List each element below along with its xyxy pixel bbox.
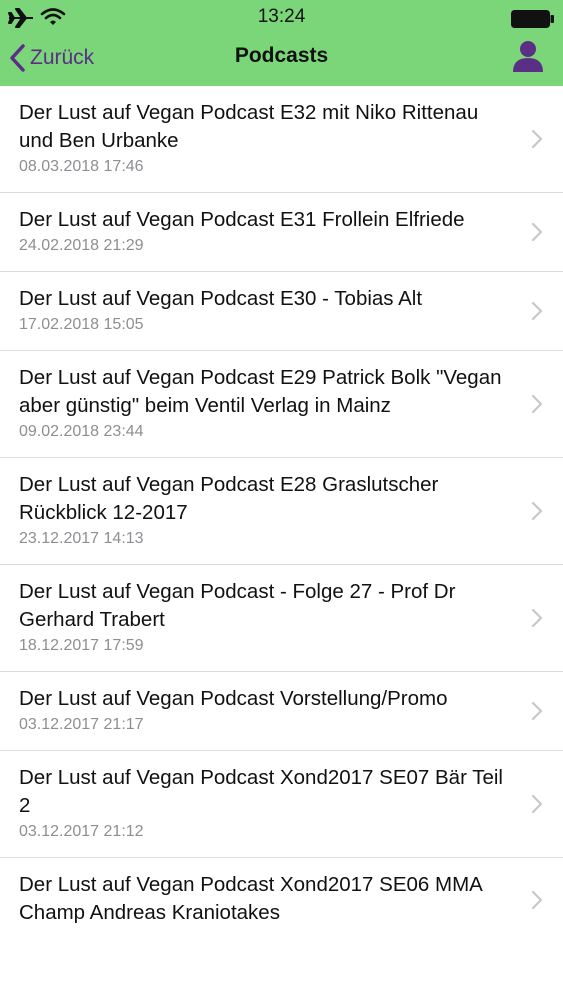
status-time: 13:24 <box>257 6 306 27</box>
chevron-right-icon <box>531 394 543 414</box>
chevron-right-icon <box>531 222 543 242</box>
podcast-title: Der Lust auf Vegan Podcast E31 Frollein … <box>19 208 465 231</box>
chevron-right-icon <box>531 129 543 149</box>
podcast-row[interactable]: Der Lust auf Vegan Podcast - Folge 27 - … <box>0 565 563 672</box>
chevron-right-icon <box>531 890 543 909</box>
person-icon[interactable] <box>511 39 545 73</box>
podcast-list[interactable]: Der Lust auf Vegan Podcast E32 mit Niko … <box>0 86 563 1000</box>
nav-bar: Zurück Podcasts <box>0 36 563 86</box>
status-bar: 13:24 <box>0 0 563 36</box>
podcast-row[interactable]: Der Lust auf Vegan Podcast Xond2017 SE07… <box>0 751 563 858</box>
podcast-row[interactable]: Der Lust auf Vegan Podcast Vorstellung/P… <box>0 672 563 751</box>
podcast-title: Der Lust auf Vegan Podcast Xond2017 SE07… <box>19 766 503 817</box>
chevron-right-icon <box>531 794 543 814</box>
podcast-date: 03.12.2017 21:17 <box>19 716 144 733</box>
podcast-title: Der Lust auf Vegan Podcast Xond2017 SE06… <box>19 873 482 924</box>
podcast-date: 09.02.2018 23:44 <box>19 423 144 440</box>
podcast-row[interactable]: Der Lust auf Vegan Podcast Xond2017 SE06… <box>0 858 563 941</box>
back-button-label: Zurück <box>30 46 95 69</box>
podcast-date: 23.12.2017 14:13 <box>19 530 144 547</box>
chevron-right-icon <box>531 301 543 321</box>
podcast-date: 08.03.2018 17:46 <box>19 158 144 175</box>
podcast-title: Der Lust auf Vegan Podcast - Folge 27 - … <box>19 580 456 631</box>
chevron-left-icon <box>10 44 25 72</box>
podcast-title: Der Lust auf Vegan Podcast E28 Graslutsc… <box>19 473 439 524</box>
podcast-date: 17.02.2018 15:05 <box>19 316 144 333</box>
podcast-date: 18.12.2017 17:59 <box>19 637 144 654</box>
back-button[interactable]: Zurück <box>8 40 94 76</box>
podcast-row[interactable]: Der Lust auf Vegan Podcast E28 Graslutsc… <box>0 458 563 565</box>
chevron-right-icon <box>531 501 543 521</box>
podcast-row[interactable]: Der Lust auf Vegan Podcast E32 mit Niko … <box>0 86 563 193</box>
podcast-title: Der Lust auf Vegan Podcast E30 - Tobias … <box>19 287 423 310</box>
podcast-row[interactable]: Der Lust auf Vegan Podcast E30 - Tobias … <box>0 272 563 351</box>
podcast-row[interactable]: Der Lust auf Vegan Podcast E29 Patrick B… <box>0 351 563 458</box>
chevron-right-icon <box>531 608 543 628</box>
chevron-right-icon <box>531 701 543 721</box>
podcast-date: 03.12.2017 21:12 <box>19 823 144 840</box>
podcast-date: 24.02.2018 21:29 <box>19 237 144 254</box>
podcast-row[interactable]: Der Lust auf Vegan Podcast E31 Frollein … <box>0 193 563 272</box>
header: 13:24 Zurück Podcasts <box>0 0 563 86</box>
podcast-title: Der Lust auf Vegan Podcast E29 Patrick B… <box>19 366 502 417</box>
podcast-title: Der Lust auf Vegan Podcast Vorstellung/P… <box>19 687 448 710</box>
podcast-title: Der Lust auf Vegan Podcast E32 mit Niko … <box>19 101 479 152</box>
battery-icon <box>511 10 554 28</box>
